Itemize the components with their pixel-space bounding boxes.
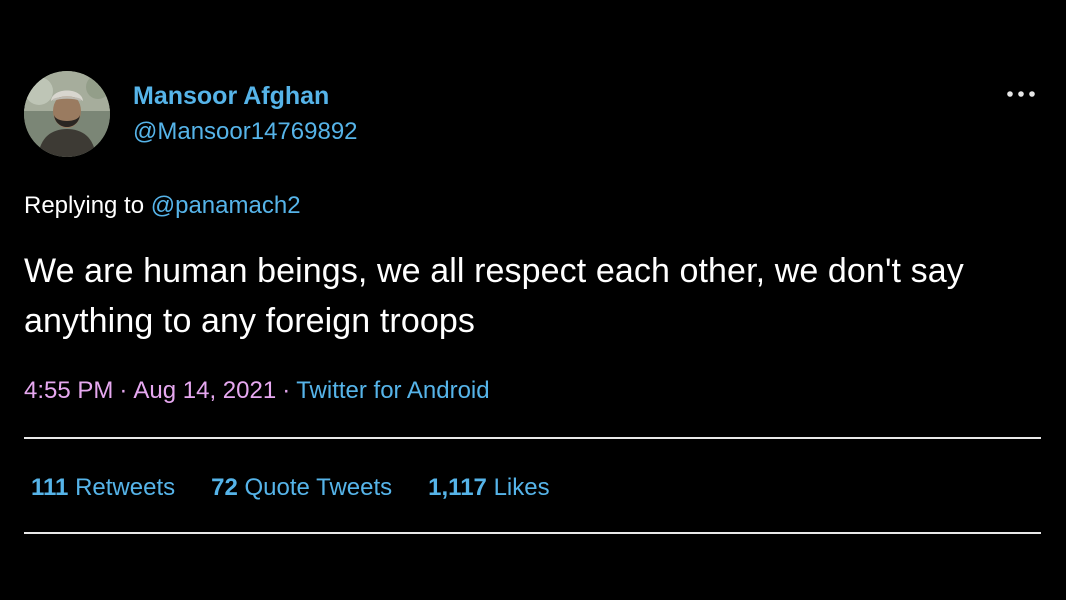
replying-to-line: Replying to @panamach2 bbox=[24, 191, 301, 221]
likes-label: Likes bbox=[493, 474, 550, 501]
replying-to-label: Replying to bbox=[24, 192, 145, 219]
profile-photo-icon bbox=[24, 71, 110, 157]
divider bbox=[24, 532, 1041, 534]
tweet-card: Mansoor Afghan @Mansoor14769892 Replying… bbox=[0, 0, 1066, 600]
tweet-stats: 111 Retweets 72 Quote Tweets 1,117 Likes bbox=[31, 473, 550, 503]
tweet-text: We are human beings, we all respect each… bbox=[24, 252, 964, 340]
retweets-count: 111 bbox=[31, 474, 69, 501]
quote-tweets-count: 72 bbox=[211, 474, 238, 501]
likes-stat[interactable]: 1,117 Likes bbox=[428, 473, 549, 503]
tweet-time[interactable]: 4:55 PM bbox=[24, 377, 113, 404]
more-horizontal-icon bbox=[1007, 91, 1035, 97]
tweet-date[interactable]: Aug 14, 2021 bbox=[133, 377, 276, 404]
reply-mention-link[interactable]: @panamach2 bbox=[151, 192, 301, 219]
retweets-label: Retweets bbox=[75, 474, 176, 501]
more-options-button[interactable] bbox=[1002, 80, 1040, 108]
avatar[interactable] bbox=[24, 71, 110, 157]
author-display-name[interactable]: Mansoor Afghan bbox=[133, 81, 329, 111]
likes-count: 1,117 bbox=[428, 474, 487, 501]
tweet-source-link[interactable]: Twitter for Android bbox=[296, 377, 489, 404]
quote-tweets-stat[interactable]: 72 Quote Tweets bbox=[211, 473, 392, 503]
quote-tweets-label: Quote Tweets bbox=[244, 474, 393, 501]
meta-separator: · bbox=[282, 377, 291, 404]
tweet-meta: 4:55 PM · Aug 14, 2021 · Twitter for Android bbox=[24, 376, 490, 406]
meta-separator: · bbox=[119, 377, 128, 404]
divider bbox=[24, 437, 1041, 439]
author-handle[interactable]: @Mansoor14769892 bbox=[133, 117, 358, 147]
retweets-stat[interactable]: 111 Retweets bbox=[31, 473, 175, 503]
